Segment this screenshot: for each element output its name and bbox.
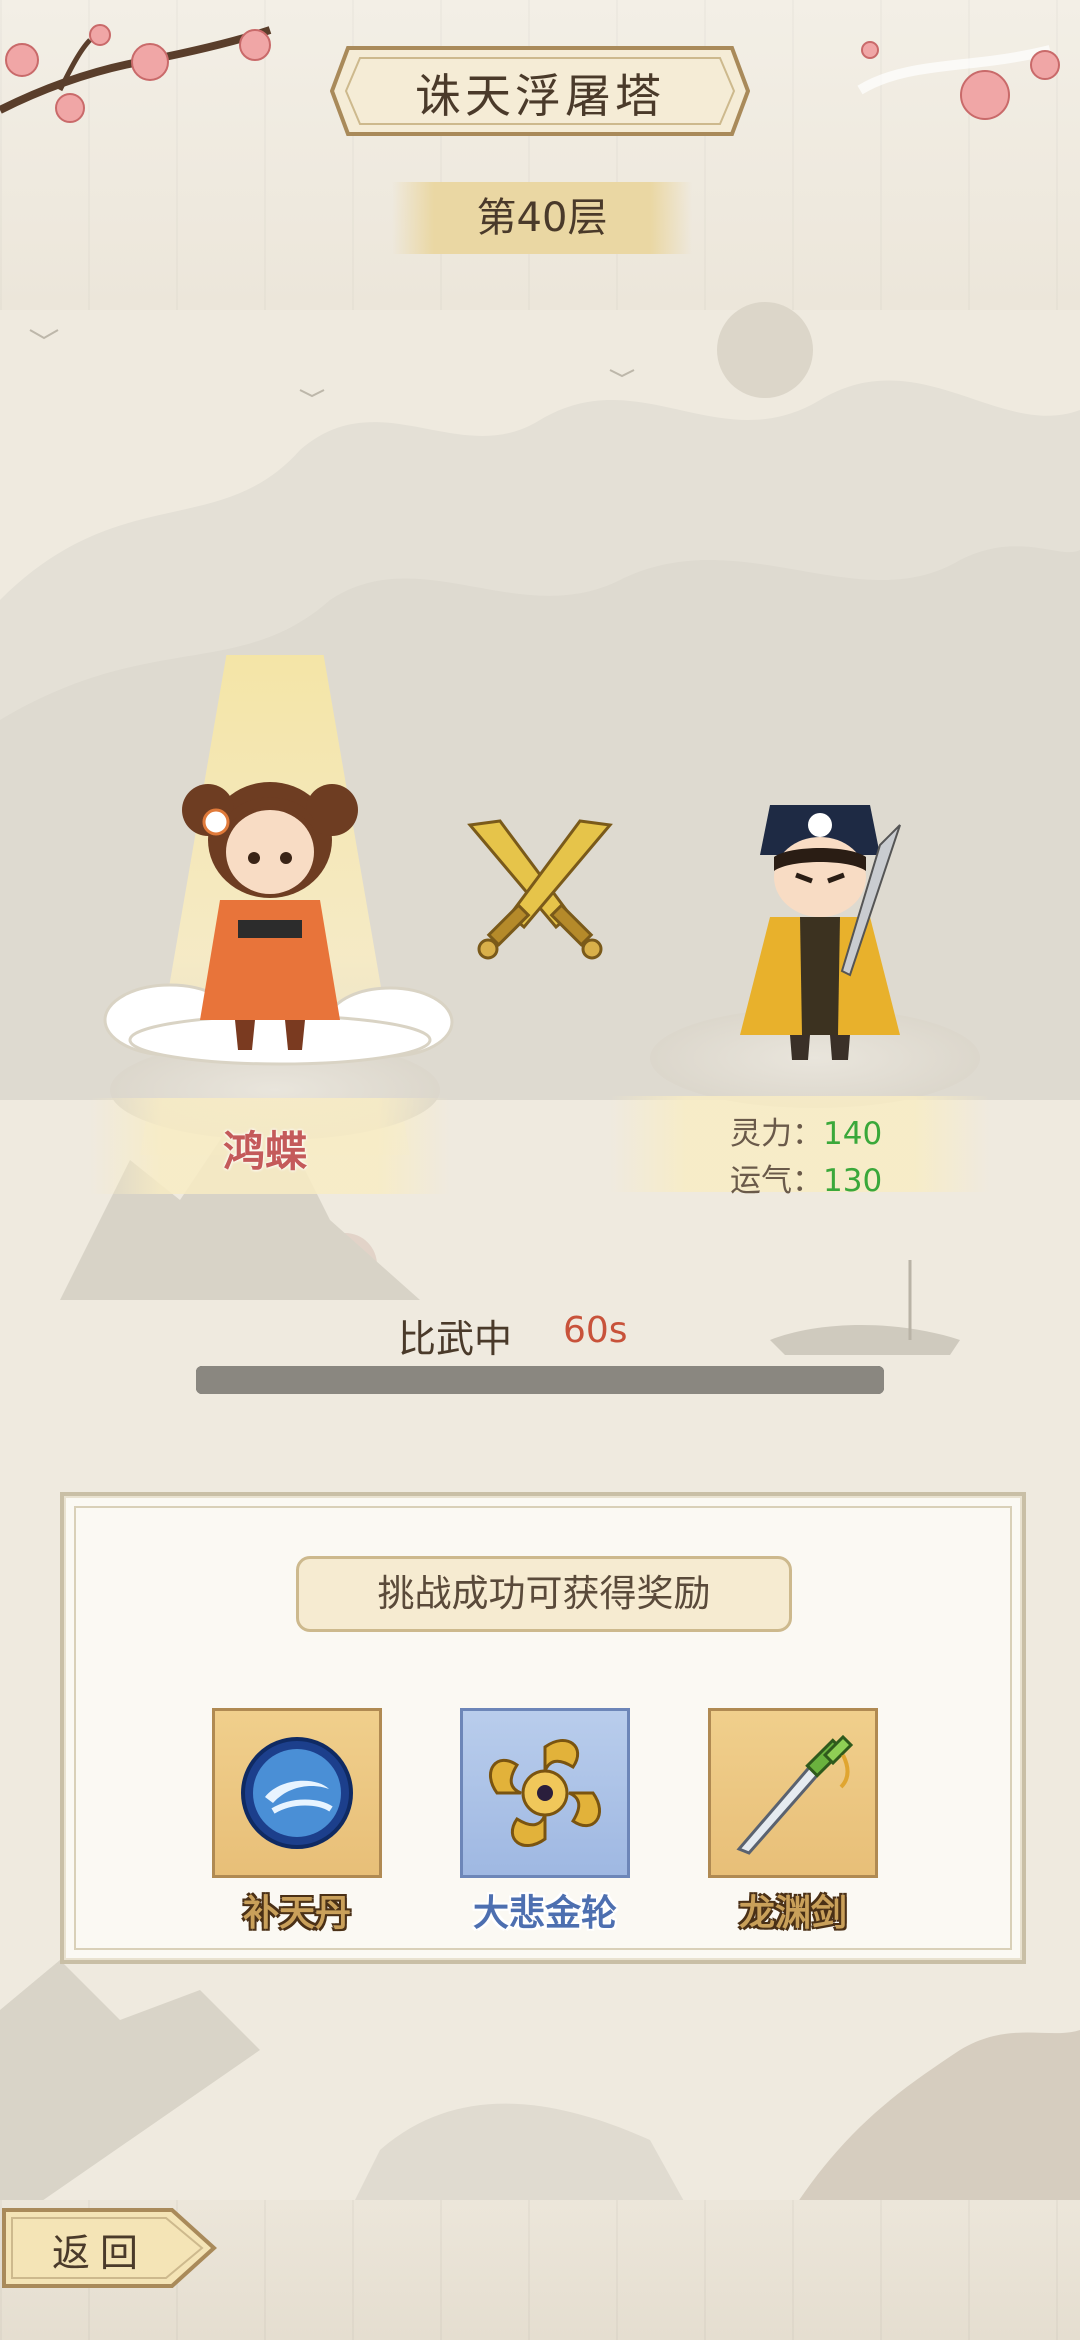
battle-status: 比武中 bbox=[398, 1317, 513, 1361]
stat-value: 130 bbox=[823, 1163, 883, 1199]
player-character-icon[interactable] bbox=[180, 770, 360, 1060]
back-button-label: 返回 bbox=[52, 2231, 149, 2275]
battle-progress-fill bbox=[196, 1366, 884, 1394]
reward-title: 挑战成功可获得奖励 bbox=[296, 1556, 792, 1632]
reward-item-sword[interactable]: 龙渊剑 bbox=[708, 1708, 878, 1936]
reward-slot[interactable] bbox=[460, 1708, 630, 1878]
plum-blossom-right-icon bbox=[857, 41, 1060, 120]
opponent-character-icon[interactable] bbox=[730, 785, 920, 1065]
battle-progress-bar bbox=[196, 1366, 884, 1394]
reward-item-name: 补天丹 bbox=[242, 1893, 351, 1934]
reward-item-name: 大悲金轮 bbox=[472, 1893, 617, 1934]
battle-timer: 60s bbox=[563, 1310, 628, 1351]
floor-badge: 第40层 bbox=[392, 182, 692, 254]
reward-slot[interactable] bbox=[708, 1708, 878, 1878]
stat-label: 运气： bbox=[730, 1163, 823, 1199]
reward-item-pill[interactable]: 补天丹 bbox=[212, 1708, 382, 1936]
back-button[interactable]: 返回 bbox=[0, 2206, 220, 2290]
crossed-swords-icon bbox=[467, 819, 613, 960]
stat-label: 灵力： bbox=[730, 1116, 823, 1152]
reward-item-name: 龙渊剑 bbox=[738, 1893, 847, 1934]
opponent-stat-luck: 运气：130 bbox=[730, 1155, 882, 1200]
opponent-stat-spirit: 灵力：140 bbox=[730, 1108, 882, 1153]
page-title: 诛天浮屠塔 bbox=[415, 69, 665, 123]
reward-panel: 挑战成功可获得奖励 补天丹 大悲金轮 龙渊剑 bbox=[60, 1492, 1026, 1964]
bottom-mountains bbox=[0, 1960, 1080, 2230]
title-banner: 诛天浮屠塔 bbox=[330, 42, 750, 140]
jade-sword-icon bbox=[736, 1734, 854, 1855]
reward-item-wheel[interactable]: 大悲金轮 bbox=[460, 1708, 630, 1936]
reward-slot[interactable] bbox=[212, 1708, 382, 1878]
player-name: 鸿蝶 bbox=[222, 1127, 307, 1176]
stat-value: 140 bbox=[823, 1116, 883, 1152]
pill-orb-icon bbox=[241, 1737, 353, 1849]
plum-blossom-branch-icon bbox=[0, 24, 272, 123]
golden-wheel-icon bbox=[489, 1739, 601, 1847]
